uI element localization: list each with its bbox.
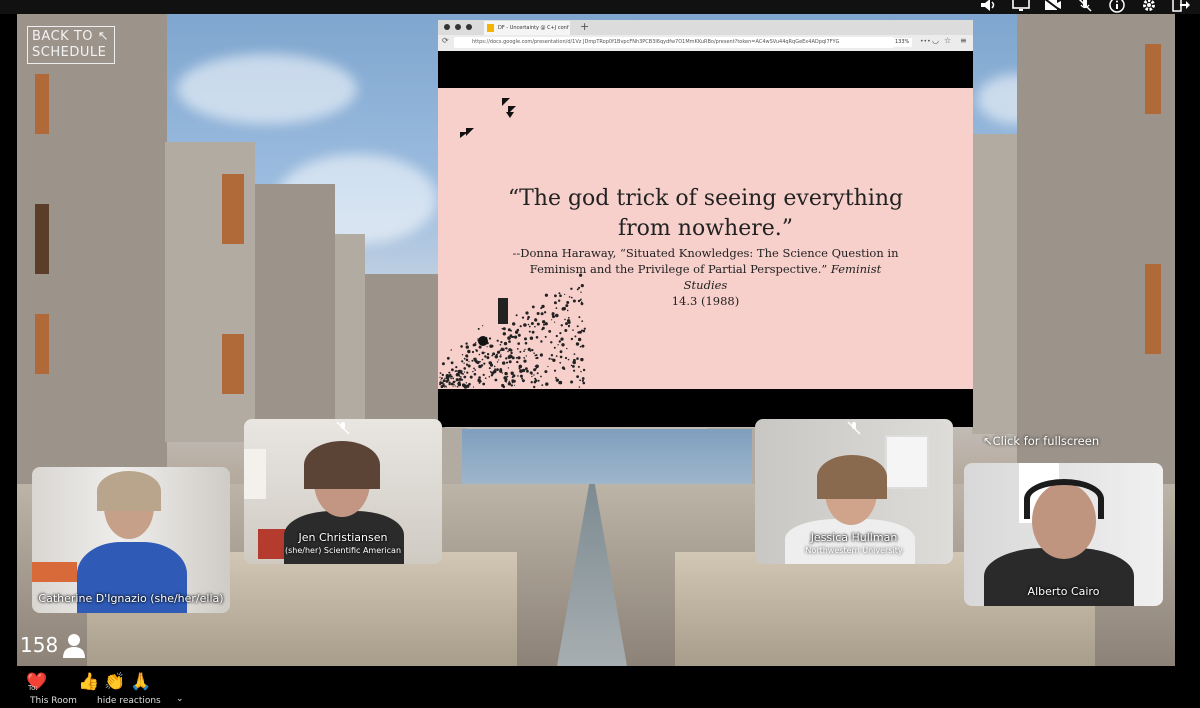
headphones-icon <box>1024 479 1104 519</box>
more-options[interactable]: ••• <box>920 38 931 45</box>
reactions-bar: ❤️ 😂 👍 👏 🙏 <box>26 671 152 693</box>
building-right-far <box>972 134 1022 434</box>
bookmark-star-icon[interactable]: ☆ <box>944 36 951 45</box>
checker-block <box>498 298 508 324</box>
minimize-dot-icon[interactable] <box>455 24 461 30</box>
participant-tile[interactable]: Alberto Cairo <box>964 463 1163 606</box>
hide-reactions-toggle[interactable]: hide reactions <box>97 696 161 706</box>
reaction-target-label: To: <box>28 684 38 692</box>
maximize-dot-icon[interactable] <box>466 24 472 30</box>
back-to-schedule-button[interactable]: BACK TO ↖ SCHEDULE <box>27 26 115 64</box>
chevron-down-icon[interactable]: ⌄ <box>176 694 184 704</box>
background-object <box>244 449 266 499</box>
building-left-far <box>335 234 365 434</box>
slides-favicon-icon <box>487 24 494 32</box>
building-left-far <box>365 274 445 434</box>
browser-tab-row: DF - Uncertainty @ C+J conf + <box>438 20 973 35</box>
top-toolbar <box>0 0 1200 14</box>
window <box>1145 264 1161 354</box>
close-dot-icon[interactable] <box>444 24 450 30</box>
window <box>1145 44 1161 114</box>
ocean-horizon <box>462 429 752 484</box>
window <box>222 334 244 394</box>
gear-icon[interactable] <box>1138 0 1160 14</box>
screen-share-window[interactable]: DF - Uncertainty @ C+J conf + ⟳ https://… <box>438 20 973 427</box>
participant-tile[interactable]: Jen Christiansen (she/her) Scientific Am… <box>244 419 442 564</box>
participant-hair <box>817 455 887 499</box>
participant-name: Jessica Hullman <box>810 531 898 544</box>
building-left-far <box>255 184 335 434</box>
muted-mic-icon <box>336 421 350 435</box>
presentation-slide: “The god trick of seeing everything from… <box>438 88 973 389</box>
participant-name: Jen Christiansen <box>298 531 388 544</box>
window <box>35 204 49 274</box>
refresh-icon[interactable]: ⟳ <box>442 36 449 45</box>
laugh-reaction[interactable]: 😂 <box>52 671 74 693</box>
window <box>35 314 49 374</box>
wall-picture <box>885 435 929 489</box>
window <box>35 74 49 134</box>
slide-quote: “The god trick of seeing everything from… <box>507 186 904 241</box>
event-stage: BACK TO ↖ SCHEDULE DF - Uncertainty @ C+… <box>17 14 1175 666</box>
participant-hair <box>97 471 161 511</box>
thumbs-up-reaction[interactable]: 👍 <box>78 671 100 693</box>
slide-citation: --Donna Haraway, “Situated Knowledges: T… <box>508 245 903 309</box>
monitor-icon[interactable] <box>1010 0 1032 14</box>
clap-reaction[interactable]: 👏 <box>104 671 126 693</box>
fullscreen-hint-link[interactable]: ↖Click for fullscreen <box>983 434 1099 448</box>
pocket-icon[interactable]: ◡ <box>932 36 939 45</box>
citation-issue: 14.3 (1988) <box>671 294 740 308</box>
speaker-icon[interactable] <box>978 0 1000 14</box>
info-icon[interactable] <box>1106 0 1128 14</box>
dot-mark <box>478 336 488 346</box>
viewer-count-number: 158 <box>20 633 59 657</box>
browser-chrome: DF - Uncertainty @ C+J conf + ⟳ https://… <box>438 20 973 51</box>
menu-icon[interactable]: ≡ <box>960 36 967 45</box>
mic-off-icon[interactable] <box>1074 0 1096 14</box>
participant-name: Alberto Cairo <box>1027 585 1100 598</box>
window <box>222 174 244 244</box>
person-icon <box>63 634 86 658</box>
background-object <box>32 562 77 582</box>
video-off-icon[interactable] <box>1042 0 1064 14</box>
participant-tile[interactable]: Jessica Hullman Northwestern University <box>755 419 953 564</box>
participant-affiliation: Northwestern University <box>805 546 903 555</box>
browser-tab[interactable]: DF - Uncertainty @ C+J conf <box>484 21 570 35</box>
viewer-count: 158 <box>20 632 86 658</box>
browser-tab-title: DF - Uncertainty @ C+J conf <box>498 25 569 31</box>
address-bar[interactable]: https://docs.google.com/presentation/d/1… <box>454 37 894 48</box>
muted-mic-icon <box>847 421 861 435</box>
window-controls[interactable] <box>444 24 472 30</box>
participant-hair <box>304 441 380 489</box>
pray-reaction[interactable]: 🙏 <box>130 671 152 693</box>
address-bar-url: https://docs.google.com/presentation/d/1… <box>472 39 840 45</box>
new-tab-button[interactable]: + <box>580 20 589 34</box>
cloud <box>177 54 357 124</box>
participant-tile[interactable]: Catherine D'Ignazio (she/her/ella) <box>32 467 230 613</box>
participant-affiliation: (she/her) Scientific American <box>284 546 402 555</box>
triangle-marks-icon <box>460 98 516 138</box>
reaction-target-room[interactable]: This Room <box>30 696 77 706</box>
zoom-level[interactable]: 133% <box>892 38 913 47</box>
exit-icon[interactable] <box>1170 0 1192 14</box>
participant-name: Catherine D'Ignazio (she/her/ella) <box>38 592 224 605</box>
